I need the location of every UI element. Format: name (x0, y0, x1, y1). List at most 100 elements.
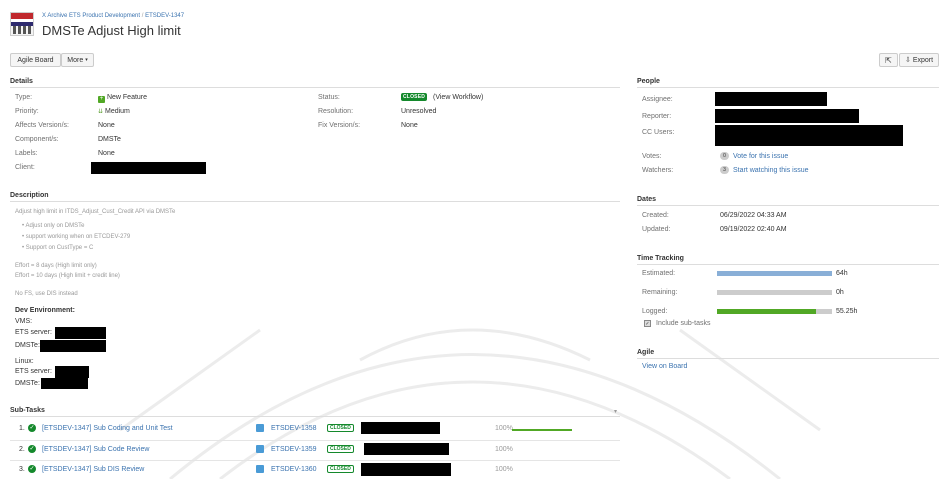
subtask-title-link[interactable]: [ETSDEV-1347] Sub Coding and Unit Test (42, 425, 173, 432)
subtask-key-link[interactable]: ETSDEV-1360 (271, 466, 317, 473)
more-button[interactable]: More ▾ (61, 53, 94, 67)
subtask-assignee-redacted (361, 463, 451, 476)
subtask-progress-pct: 100% (495, 425, 513, 432)
cc-users-label: CC Users: (642, 129, 675, 136)
bullet-text: Adjust only on DMSTe (25, 223, 85, 229)
subtasks-divider (10, 416, 620, 417)
time-tracking-divider (637, 264, 939, 265)
subtask-progress-pct: 100% (495, 466, 513, 473)
subtask-assignee-redacted (364, 443, 449, 455)
dmste-linux-redacted (41, 378, 88, 389)
page-title: DMSTe Adjust High limit (42, 23, 181, 38)
details-divider (10, 87, 620, 88)
components-label: Component/s: (15, 136, 59, 143)
subtask-title-link[interactable]: [ETSDEV-1347] Sub Code Review (42, 446, 149, 453)
effort-line-1: Effort = 8 days (High limit only) (15, 263, 97, 269)
estimated-bar (717, 271, 832, 276)
logged-value: 55.25h (836, 308, 858, 315)
subtasks-options-icon[interactable]: ▾ (614, 408, 617, 415)
dev-environment-heading: Dev Environment: (15, 307, 75, 314)
view-workflow-link[interactable]: (View Workflow) (433, 94, 483, 101)
subtask-row-1[interactable]: 1. ✓ [ETSDEV-1347] Sub Coding and Unit T… (10, 421, 620, 439)
subtasks-heading: Sub-Tasks (10, 407, 45, 414)
view-on-board-link[interactable]: View on Board (642, 363, 687, 370)
client-label: Client: (15, 164, 35, 171)
subtask-number: 1. (19, 425, 25, 432)
assignee-redacted (715, 92, 827, 106)
subtask-status-badge: CLOSED (327, 445, 354, 453)
subtask-progress-bar (512, 429, 572, 431)
remaining-value: 0h (836, 289, 844, 296)
subtask-row-3[interactable]: 3. ✓ [ETSDEV-1347] Sub DIS Review ETSDEV… (10, 462, 620, 479)
check-circle-icon: ✓ (28, 424, 36, 432)
subtask-status-badge: CLOSED (327, 424, 354, 432)
project-logo-icon (11, 13, 33, 34)
subtask-divider (10, 440, 620, 441)
watchers-count-badge: 3 (720, 166, 729, 174)
new-feature-icon: + (98, 96, 105, 103)
include-subtasks-label: Include sub-tasks (656, 320, 711, 327)
details-heading: Details (10, 78, 33, 85)
component-link[interactable]: DMSTe (98, 136, 121, 143)
more-button-label: More (67, 56, 84, 64)
subtask-type-icon (256, 465, 264, 473)
people-divider (637, 87, 939, 88)
affects-versions-label: Affects Version/s: (15, 122, 69, 129)
estimated-value: 64h (836, 270, 848, 277)
check-circle-icon: ✓ (28, 445, 36, 453)
subtask-title-link[interactable]: [ETSDEV-1347] Sub DIS Review (42, 466, 144, 473)
type-label: Type: (15, 94, 33, 101)
subtask-type-icon (256, 445, 264, 453)
share-button[interactable]: ⇱ (879, 53, 898, 67)
type-value: + New Feature (98, 94, 147, 103)
ets-server-linux-redacted (55, 366, 89, 378)
subtask-number: 3. (19, 466, 25, 473)
priority-medium-icon: ⇊ (98, 109, 104, 115)
priority-value-text: Medium (104, 108, 130, 115)
description-line: Adjust high limit in ITDS_Adjust_Cust_Cr… (15, 209, 176, 215)
linux-label: Linux: (15, 358, 34, 365)
description-note: No FS, use DIS instead (15, 291, 78, 297)
breadcrumb-project-link[interactable]: X Archive ETS Product Development (42, 13, 140, 19)
status-label: Status: (318, 94, 340, 101)
breadcrumb-issue-link[interactable]: ETSDEV-1347 (145, 13, 184, 19)
description-divider (10, 201, 620, 202)
export-button[interactable]: ⇩ Export (899, 53, 939, 67)
watchers-label: Watchers: (642, 167, 674, 174)
description-bullet-2: • support working when on ETCDEV-279 (22, 234, 131, 240)
labels-value: None (98, 150, 115, 157)
check-circle-icon: ✓ (28, 465, 36, 473)
subtask-row-2[interactable]: 2. ✓ [ETSDEV-1347] Sub Code Review ETSDE… (10, 442, 620, 460)
subtask-key-link[interactable]: ETSDEV-1358 (271, 425, 317, 432)
type-value-text: New Feature (106, 94, 148, 101)
share-icon: ⇱ (885, 55, 892, 65)
include-subtasks-checkbox[interactable]: ✓ (644, 320, 651, 327)
vote-link[interactable]: Vote for this issue (733, 153, 788, 160)
project-avatar[interactable] (10, 12, 34, 36)
resolution-label: Resolution: (318, 108, 354, 115)
dates-divider (637, 205, 939, 206)
votes-count-badge: 0 (720, 152, 729, 160)
agile-board-button[interactable]: Agile Board (10, 53, 61, 67)
priority-label: Priority: (15, 108, 39, 115)
created-label: Created: (642, 212, 669, 219)
subtask-divider (10, 460, 620, 461)
subtask-key-link[interactable]: ETSDEV-1359 (271, 446, 317, 453)
priority-value: ⇊ Medium (98, 108, 130, 115)
ets-server-linux-label: ETS server: (15, 368, 52, 375)
created-value: 06/29/2022 04:33 AM (720, 212, 787, 219)
bullet-text: support working when on ETCDEV-279 (25, 234, 131, 240)
effort-line-2: Effort = 10 days (High limit + credit li… (15, 273, 120, 279)
export-icon: ⇩ (904, 57, 911, 64)
dmste-label: DMSTe: (15, 342, 40, 349)
description-bullet-1: • Adjust only on DMSTe (22, 223, 85, 229)
logged-label: Logged: (642, 308, 668, 315)
updated-value: 09/19/2022 02:40 AM (720, 226, 787, 233)
watch-link[interactable]: Start watching this issue (733, 167, 808, 174)
dmste-linux-label: DMSTe: (15, 380, 40, 387)
breadcrumb: X Archive ETS Product Development / ETSD… (42, 13, 184, 19)
cc-users-redacted (715, 125, 903, 146)
remaining-label: Remaining: (642, 289, 678, 296)
agile-heading: Agile (637, 349, 655, 356)
subtask-assignee-redacted (361, 422, 440, 434)
